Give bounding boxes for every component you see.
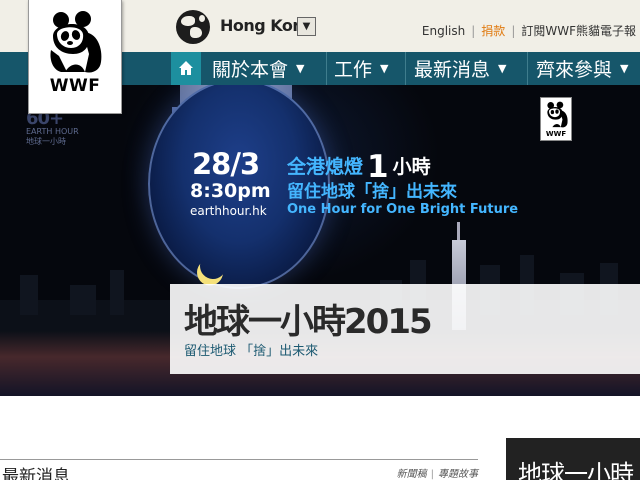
- logo-text: WWF: [49, 76, 101, 96]
- hero-subline-zh: 留住地球「捨」出未來: [287, 182, 457, 202]
- news-divider: [0, 459, 478, 460]
- feature-story-link[interactable]: 專題故事: [438, 469, 478, 480]
- nav-item-about[interactable]: 關於本會 ▼: [212, 52, 304, 85]
- nav-item-label: 最新消息: [414, 59, 491, 81]
- donate-link[interactable]: 捐款: [481, 22, 505, 39]
- region-dropdown-button[interactable]: ▼: [297, 17, 316, 36]
- hero-date: 28/3: [192, 147, 260, 181]
- nav-divider: [326, 52, 327, 85]
- wwf-badge: WWF: [540, 97, 572, 141]
- caret-down-icon: ▼: [380, 62, 389, 75]
- hero-tagline-en: One Hour for One Bright Future: [287, 202, 519, 217]
- caption-title: 地球一小時2015: [184, 302, 433, 342]
- hero-banner[interactable]: 60+ EARTH HOUR 地球一小時 WWF 28/3 8:30pm earth…: [0, 85, 640, 396]
- caret-down-icon: ▼: [498, 62, 507, 75]
- feature-panel[interactable]: 地球一小時: [506, 438, 640, 480]
- feature-title: 地球一小時: [518, 460, 634, 480]
- nav-item-label: 齊來參與: [536, 59, 613, 81]
- news-links: 新聞稿 | 專題故事: [396, 469, 478, 480]
- nav-item-label: 工作: [334, 59, 373, 81]
- wwf-logo[interactable]: WWF: [28, 0, 122, 114]
- news-section-title: 最新消息: [2, 467, 70, 480]
- earth-hour-logo: 60+ EARTH HOUR 地球一小時: [26, 108, 79, 147]
- caret-down-icon: ▼: [296, 62, 305, 75]
- nav-item-news[interactable]: 最新消息 ▼: [414, 52, 506, 85]
- nav-divider: [405, 52, 406, 85]
- newsletter-link[interactable]: 訂閱WWF熊貓電子報: [521, 22, 636, 39]
- page: Hong Kong ▼ English | 捐款 | 訂閱WWF熊貓電子報 WWF: [0, 0, 640, 480]
- nav-item-get-involved[interactable]: 齊來參與 ▼: [536, 52, 628, 85]
- nav-item-label: 關於本會: [212, 59, 289, 81]
- panda-icon: [50, 11, 102, 73]
- caret-down-icon: ▼: [620, 62, 629, 75]
- nav-home-button[interactable]: [171, 52, 201, 85]
- home-icon: [179, 61, 193, 75]
- hero-time: 8:30pm: [190, 180, 271, 202]
- badge-text: WWF: [545, 130, 567, 138]
- caption-subtitle: 留住地球 「捨」出未來: [184, 344, 319, 359]
- press-release-link[interactable]: 新聞稿: [397, 469, 427, 480]
- globe-icon[interactable]: [176, 10, 210, 44]
- panda-icon: [547, 101, 568, 128]
- hero-caption[interactable]: 地球一小時2015 留住地球 「捨」出未來: [170, 284, 640, 374]
- hero-url: earthhour.hk: [190, 204, 267, 218]
- english-link[interactable]: English: [422, 24, 465, 38]
- nav-divider: [527, 52, 528, 85]
- top-links: English | 捐款 | 訂閱WWF熊貓電子報: [421, 22, 636, 39]
- nav-item-work[interactable]: 工作 ▼: [334, 52, 388, 85]
